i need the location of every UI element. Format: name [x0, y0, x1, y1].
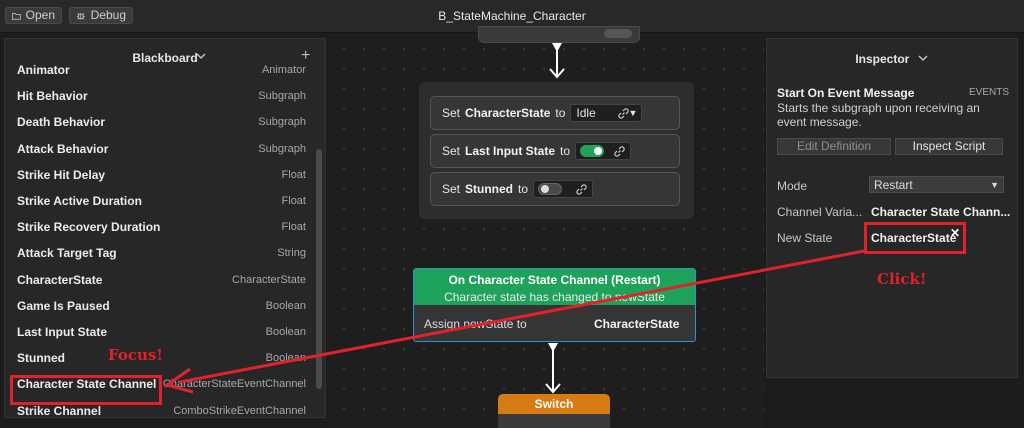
- click-highlight-box: [864, 222, 966, 254]
- focus-highlight-box: [10, 375, 162, 405]
- focus-annotation: Focus!: [108, 346, 163, 364]
- click-annotation: Click!: [877, 270, 927, 288]
